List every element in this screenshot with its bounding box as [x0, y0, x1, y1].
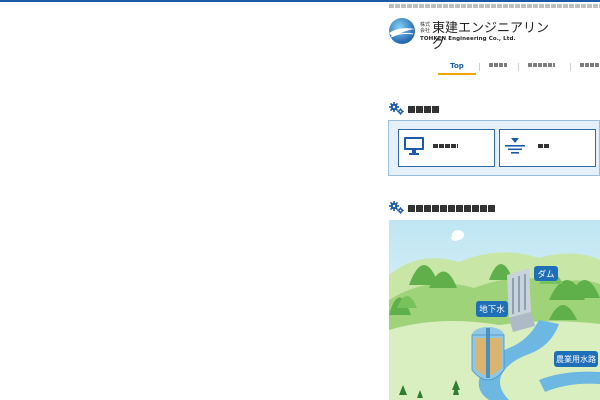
svg-text:農業用水路: 農業用水路 — [556, 354, 596, 364]
nav-divider — [479, 63, 480, 71]
svg-text:ダム: ダム — [537, 269, 554, 280]
dam-label: ダム — [534, 266, 558, 281]
logo-kabushiki: 株式会社 — [420, 22, 431, 34]
section-title-2-glyphs — [408, 205, 495, 212]
water-systems-map[interactable]: ダム 地下水 農業用水路 — [389, 220, 600, 400]
nav-active-underline — [438, 73, 476, 75]
monitor-icon — [404, 137, 424, 155]
section-heading-1 — [389, 102, 459, 116]
service-card-water-level[interactable] — [499, 129, 596, 167]
nav-item-2[interactable] — [481, 58, 515, 76]
nav-item-3-glyphs — [528, 63, 555, 67]
water-level-icon — [505, 138, 525, 154]
nav-item-top-label: Top — [450, 62, 464, 70]
nav-divider — [518, 63, 519, 71]
service-card-water-level-glyphs — [538, 144, 549, 148]
groundwater-well — [471, 327, 505, 381]
svg-text:地下水: 地下水 — [479, 304, 505, 315]
groundwater-label: 地下水 — [476, 301, 508, 317]
logo-globe-icon — [389, 18, 415, 44]
gear-icon — [389, 102, 404, 115]
section-title-1-glyphs — [408, 106, 439, 113]
farm-channel-label: 農業用水路 — [554, 351, 598, 367]
nav-item-2-glyphs — [489, 63, 507, 67]
gear-icon — [389, 201, 404, 214]
site-tagline — [389, 2, 600, 10]
nav-item-3[interactable] — [520, 58, 566, 76]
main-nav: Top — [437, 58, 600, 78]
company-logo[interactable]: 株式会社 東建エンジニアリング TOHKEN Engineering Co., … — [387, 14, 557, 52]
service-card-monitor[interactable] — [398, 129, 495, 167]
nav-item-4-glyphs — [580, 63, 600, 67]
map-illustration: ダム 地下水 農業用水路 — [389, 220, 600, 400]
logo-name-en: TOHKEN Engineering Co., Ltd. — [420, 36, 516, 42]
service-card-monitor-glyphs — [433, 144, 458, 148]
nav-divider — [570, 63, 571, 71]
nav-item-4[interactable] — [572, 58, 600, 76]
service-panel — [388, 120, 600, 176]
section-heading-2 — [389, 201, 509, 215]
